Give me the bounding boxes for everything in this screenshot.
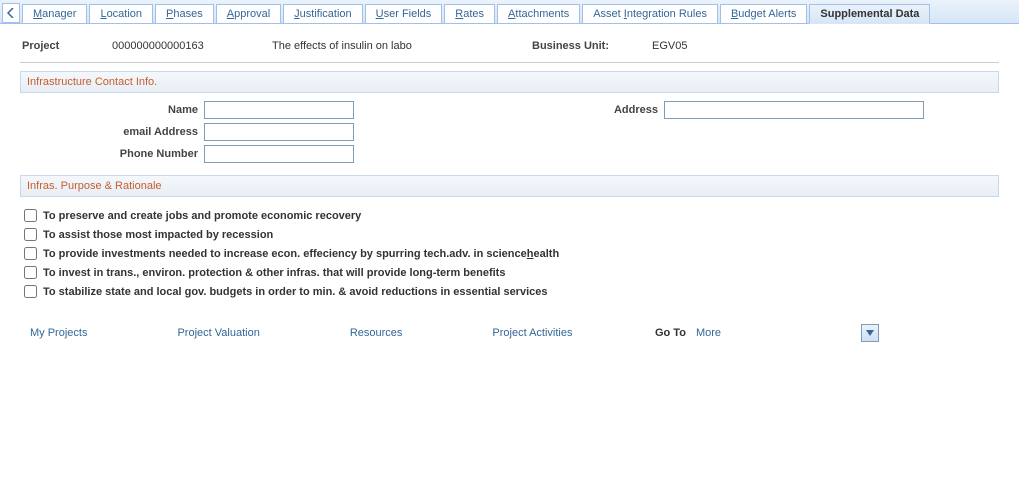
- purpose-label-1: To assist those most impacted by recessi…: [43, 229, 273, 241]
- tabbar-scroll-left[interactable]: [2, 3, 20, 23]
- name-label: Name: [24, 104, 204, 116]
- purpose-label-4: To stabilize state and local gov. budget…: [43, 286, 548, 298]
- tab-asset-integration-rules[interactable]: Asset Integration Rules: [582, 4, 718, 23]
- purpose-label-0: To preserve and create jobs and promote …: [43, 210, 361, 222]
- footer-link-my-projects[interactable]: My Projects: [30, 327, 87, 339]
- address-input[interactable]: [664, 101, 924, 119]
- business-unit-value: EGV05: [652, 40, 687, 52]
- tab-phases[interactable]: Phases: [155, 4, 214, 23]
- purpose-checkbox-2[interactable]: [24, 247, 37, 260]
- purpose-label-2: To provide investments needed to increas…: [43, 248, 559, 260]
- purpose-checkbox-3[interactable]: [24, 266, 37, 279]
- purpose-item-1: To assist those most impacted by recessi…: [24, 228, 995, 241]
- tab-manager[interactable]: Manager: [22, 4, 87, 23]
- section-header-contact: Infrastructure Contact Info.: [20, 71, 999, 93]
- goto-value[interactable]: More: [696, 327, 721, 339]
- purpose-item-0: To preserve and create jobs and promote …: [24, 209, 995, 222]
- purpose-checkbox-1[interactable]: [24, 228, 37, 241]
- tab-rates[interactable]: Rates: [444, 4, 495, 23]
- phone-label: Phone Number: [24, 148, 204, 160]
- tab-supplemental-data[interactable]: Supplemental Data: [809, 4, 930, 24]
- tab-approval[interactable]: Approval: [216, 4, 281, 23]
- goto-dropdown-button[interactable]: [861, 324, 879, 342]
- phone-input[interactable]: [204, 145, 354, 163]
- tab-location[interactable]: Location: [89, 4, 153, 23]
- address-label: Address: [564, 104, 664, 116]
- business-unit-label: Business Unit:: [532, 40, 652, 52]
- footer-link-project-valuation[interactable]: Project Valuation: [177, 327, 259, 339]
- purpose-item-3: To invest in trans., environ. protection…: [24, 266, 995, 279]
- contact-form: Name Address email Address Phone Number: [20, 93, 999, 167]
- tab-attachments[interactable]: Attachments: [497, 4, 580, 23]
- footer-link-resources[interactable]: Resources: [350, 327, 403, 339]
- project-id: 000000000000163: [112, 40, 272, 52]
- footer-links: My Projects Project Valuation Resources Pro…: [0, 314, 1019, 356]
- purpose-item-2: To provide investments needed to increas…: [24, 247, 995, 260]
- name-input[interactable]: [204, 101, 354, 119]
- email-label: email Address: [24, 126, 204, 138]
- purpose-item-4: To stabilize state and local gov. budget…: [24, 285, 995, 298]
- purpose-label-3: To invest in trans., environ. protection…: [43, 267, 505, 279]
- project-header-row: Project 000000000000163 The effects of i…: [20, 34, 999, 63]
- goto-label: Go To: [655, 327, 686, 339]
- project-name: The effects of insulin on labo: [272, 40, 532, 52]
- tab-user-fields[interactable]: User Fields: [365, 4, 443, 23]
- chevron-down-icon: [866, 330, 874, 336]
- project-label: Project: [22, 40, 112, 52]
- purpose-checkbox-4[interactable]: [24, 285, 37, 298]
- purpose-checkbox-0[interactable]: [24, 209, 37, 222]
- tab-justification[interactable]: Justification: [283, 4, 362, 23]
- content-area: Project 000000000000163 The effects of i…: [0, 24, 1019, 314]
- tab-budget-alerts[interactable]: Budget Alerts: [720, 4, 807, 23]
- goto-wrap: Go To More: [655, 324, 879, 342]
- section-header-purpose: Infras. Purpose & Rationale: [20, 175, 999, 197]
- footer-link-project-activities[interactable]: Project Activities: [492, 327, 572, 339]
- tab-bar: ManagerLocationPhasesApprovalJustificati…: [0, 0, 1019, 24]
- email-input[interactable]: [204, 123, 354, 141]
- purpose-checklist: To preserve and create jobs and promote …: [20, 197, 999, 308]
